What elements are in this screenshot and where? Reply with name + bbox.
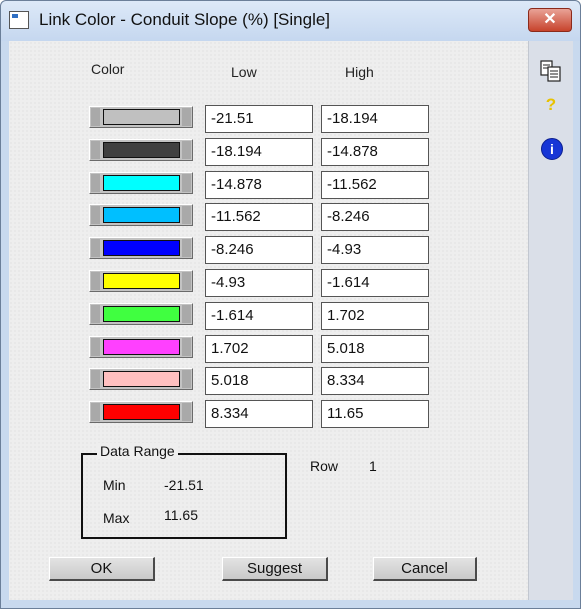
color-swatch-button[interactable] (89, 106, 193, 128)
high-value-field[interactable]: -14.878 (321, 137, 429, 166)
color-swatch-fill (103, 109, 180, 125)
min-value: -21.51 (164, 477, 204, 493)
low-value-field[interactable]: -1.614 (205, 301, 313, 330)
color-swatch-fill (103, 207, 180, 224)
high-value-field[interactable]: -1.614 (321, 269, 429, 297)
high-value-field[interactable]: 1.702 (321, 301, 429, 330)
low-value-field[interactable]: -18.194 (205, 137, 313, 166)
max-label: Max (103, 510, 130, 526)
color-swatch-fill (103, 305, 180, 322)
color-swatch-fill (103, 371, 180, 388)
data-range-group (81, 453, 287, 539)
suggest-button[interactable]: Suggest (222, 557, 328, 581)
dialog-window: Link Color - Conduit Slope (%) [Single] … (0, 0, 581, 609)
cancel-button[interactable]: Cancel (373, 557, 477, 581)
color-swatch-button[interactable] (89, 270, 193, 292)
window-title: Link Color - Conduit Slope (%) [Single] (39, 10, 331, 29)
color-swatch-fill (103, 240, 180, 257)
copy-icon[interactable] (539, 59, 563, 83)
low-value-field[interactable]: -4.93 (205, 269, 313, 297)
row-value: 1 (369, 458, 377, 474)
window-icon (9, 11, 29, 29)
high-value-field[interactable]: -8.246 (321, 203, 429, 232)
ok-button[interactable]: OK (49, 557, 155, 581)
color-swatch-button[interactable] (89, 171, 193, 194)
close-button[interactable]: ✕ (528, 8, 572, 32)
color-swatch-button[interactable] (89, 204, 193, 227)
low-column-header: Low (231, 64, 257, 80)
color-swatch-button[interactable] (89, 335, 193, 358)
low-value-field[interactable]: -14.878 (205, 170, 313, 199)
color-swatch-fill (103, 273, 180, 289)
color-swatch-button[interactable] (89, 302, 193, 325)
color-swatch-fill (103, 141, 180, 158)
data-range-label: Data Range (97, 443, 178, 459)
high-value-field[interactable]: 11.65 (321, 400, 429, 429)
low-value-field[interactable]: -8.246 (205, 236, 313, 265)
color-column-header: Color (91, 61, 125, 77)
color-swatch-fill (103, 404, 180, 421)
color-swatch-button[interactable] (89, 368, 193, 391)
low-value-field[interactable]: -21.51 (205, 105, 313, 133)
color-swatch-fill (103, 174, 180, 191)
side-toolbar: ? i (528, 41, 573, 600)
color-swatch-fill (103, 338, 180, 355)
low-value-field[interactable]: 5.018 (205, 367, 313, 396)
help-icon[interactable]: ? (542, 95, 560, 117)
title-bar[interactable]: Link Color - Conduit Slope (%) [Single] … (1, 1, 580, 41)
color-swatch-button[interactable] (89, 401, 193, 424)
high-value-field[interactable]: -11.562 (321, 170, 429, 199)
low-value-field[interactable]: 1.702 (205, 334, 313, 363)
high-value-field[interactable]: 5.018 (321, 334, 429, 363)
high-value-field[interactable]: 8.334 (321, 367, 429, 396)
min-label: Min (103, 477, 126, 493)
low-value-field[interactable]: 8.334 (205, 400, 313, 429)
info-icon[interactable]: i (541, 138, 563, 160)
dialog-client: Color Low High -21.51 -18.194 -18.194 -14.8… (9, 41, 573, 600)
high-value-field[interactable]: -4.93 (321, 236, 429, 265)
color-swatch-button[interactable] (89, 138, 193, 161)
low-value-field[interactable]: -11.562 (205, 203, 313, 232)
high-column-header: High (345, 64, 374, 80)
color-swatch-button[interactable] (89, 237, 193, 260)
max-value: 11.65 (164, 507, 198, 523)
high-value-field[interactable]: -18.194 (321, 105, 429, 133)
row-label: Row (310, 458, 339, 474)
